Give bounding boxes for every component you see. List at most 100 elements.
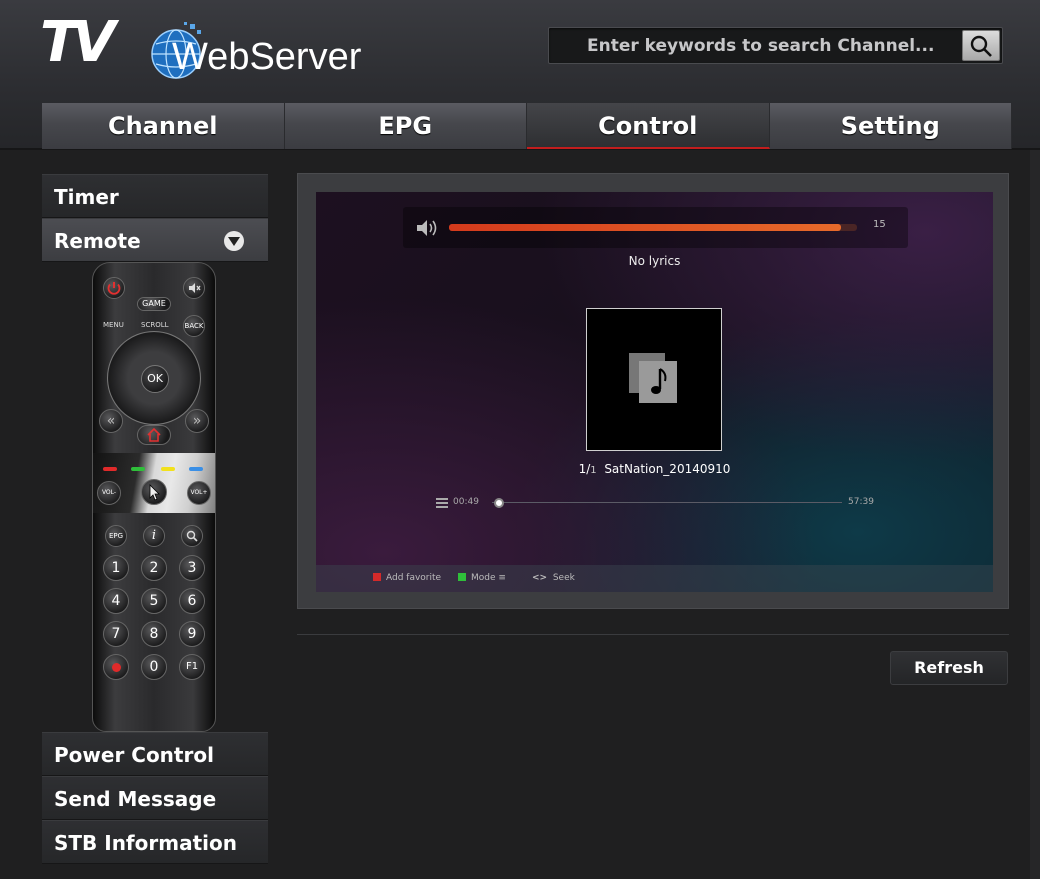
home-button[interactable] xyxy=(137,425,171,445)
tab-setting[interactable]: Setting xyxy=(769,103,1012,149)
sidebar-item-stb-information[interactable]: STB Information xyxy=(42,820,268,864)
search-icon xyxy=(186,530,198,542)
hint-seek-label: Seek xyxy=(552,573,575,583)
f1-button[interactable]: F1 xyxy=(179,654,205,680)
music-note-icon xyxy=(629,353,677,403)
stb-screen-frame: 15 No lyrics 1/1 SatNation_20140910 00:4… xyxy=(297,173,1009,609)
stb-screen: 15 No lyrics 1/1 SatNation_20140910 00:4… xyxy=(316,192,993,592)
ok-button[interactable]: OK xyxy=(141,365,169,393)
back-label: BACK xyxy=(184,322,204,330)
vol-plus-label: VOL+ xyxy=(190,489,208,496)
power-icon xyxy=(107,282,121,295)
green-square-icon xyxy=(458,573,466,581)
menu-lines-icon: ≡ xyxy=(498,573,506,583)
search-input[interactable] xyxy=(555,30,955,61)
divider xyxy=(297,634,1009,635)
page-scrollbar[interactable] xyxy=(1030,150,1040,879)
rewind-icon: « xyxy=(106,413,116,429)
hint-seek: <> Seek xyxy=(532,573,575,583)
time-elapsed: 00:49 xyxy=(453,497,479,507)
pointer-icon xyxy=(149,484,160,501)
find-button[interactable] xyxy=(181,525,203,547)
header: TV WebServer Channel EPG Control Setting xyxy=(0,0,1040,150)
game-label: GAME xyxy=(142,299,166,308)
vol-minus-label: VOL- xyxy=(101,489,117,496)
rewind-button[interactable]: « xyxy=(99,409,123,433)
progress-knob[interactable] xyxy=(493,498,504,508)
volume-fill xyxy=(449,224,841,231)
remote-panel: GAME MENU SCROLL BACK OK « » VOL- VOL+ E… xyxy=(42,262,268,732)
sidebar-item-power-control[interactable]: Power Control xyxy=(42,732,268,776)
hint-add-favorite-label: Add favorite xyxy=(386,573,442,583)
forward-icon: » xyxy=(192,413,202,429)
logo-tv-text: TV xyxy=(40,10,116,75)
track-index: 1/ xyxy=(578,462,591,476)
power-button[interactable] xyxy=(103,277,125,299)
speaker-icon xyxy=(417,220,437,236)
track-name: SatNation_20140910 xyxy=(604,462,731,476)
hint-mode: Mode ≡ xyxy=(458,573,506,583)
album-art xyxy=(586,308,722,451)
home-icon xyxy=(147,427,161,442)
num-2-button[interactable]: 2 xyxy=(141,555,167,581)
tab-epg[interactable]: EPG xyxy=(284,103,527,149)
tab-channel[interactable]: Channel xyxy=(42,103,285,149)
tab-control[interactable]: Control xyxy=(527,103,770,149)
menu-label[interactable]: MENU xyxy=(103,321,124,329)
progress-track xyxy=(492,502,842,503)
vol-minus-button[interactable]: VOL- xyxy=(97,481,121,505)
playlist-icon xyxy=(436,498,448,508)
sidebar-item-timer[interactable]: Timer xyxy=(42,174,268,218)
info-button[interactable]: i xyxy=(143,525,165,547)
red-square-icon xyxy=(373,573,381,581)
volume-level: 15 xyxy=(873,219,886,230)
search-button[interactable] xyxy=(962,30,1000,61)
yellow-key[interactable] xyxy=(161,467,175,471)
volume-track xyxy=(449,224,857,231)
red-key[interactable] xyxy=(103,467,117,471)
remote-control: GAME MENU SCROLL BACK OK « » VOL- VOL+ E… xyxy=(92,262,216,732)
volume-bar: 15 xyxy=(403,207,908,248)
chevron-down-icon xyxy=(224,231,244,251)
sidebar: Timer Remote GAME MENU SCROLL BACK OK « … xyxy=(42,174,268,864)
num-5-button[interactable]: 5 xyxy=(141,588,167,614)
back-button[interactable]: BACK xyxy=(183,315,205,337)
refresh-button[interactable]: Refresh xyxy=(890,651,1008,685)
lyrics-text: No lyrics xyxy=(628,254,681,268)
color-keys-panel: VOL- VOL+ xyxy=(93,453,215,513)
dpad[interactable]: OK xyxy=(107,331,201,425)
sidebar-item-label: Remote xyxy=(54,229,141,253)
record-button[interactable] xyxy=(103,654,129,680)
hint-mode-label: Mode xyxy=(471,573,496,583)
scroll-label: SCROLL xyxy=(141,321,169,329)
hint-bar: Add favorite Mode ≡ <> Seek xyxy=(316,565,993,592)
sidebar-item-remote[interactable]: Remote xyxy=(42,218,268,262)
mute-button[interactable] xyxy=(183,277,205,299)
num-6-button[interactable]: 6 xyxy=(179,588,205,614)
left-right-arrows-icon: <> xyxy=(532,573,548,583)
cursor-button[interactable] xyxy=(141,479,167,505)
tvwebserver-logo: TV WebServer xyxy=(40,10,362,80)
blue-key[interactable] xyxy=(189,467,203,471)
epg-button[interactable]: EPG xyxy=(105,525,127,547)
num-3-button[interactable]: 3 xyxy=(179,555,205,581)
num-7-button[interactable]: 7 xyxy=(103,621,129,647)
green-key[interactable] xyxy=(131,467,145,471)
search-icon xyxy=(970,35,992,57)
num-8-button[interactable]: 8 xyxy=(141,621,167,647)
vol-plus-button[interactable]: VOL+ xyxy=(187,481,211,505)
hint-add-favorite: Add favorite xyxy=(373,573,441,583)
main-tabs: Channel EPG Control Setting xyxy=(42,103,1012,150)
time-total: 57:39 xyxy=(848,497,874,507)
logo-webserver-text: WebServer xyxy=(172,36,362,78)
ok-label: OK xyxy=(147,372,163,385)
channel-search xyxy=(548,27,1003,64)
sidebar-item-send-message[interactable]: Send Message xyxy=(42,776,268,820)
num-1-button[interactable]: 1 xyxy=(103,555,129,581)
num-4-button[interactable]: 4 xyxy=(103,588,129,614)
num-0-button[interactable]: 0 xyxy=(141,654,167,680)
game-button[interactable]: GAME xyxy=(137,297,171,311)
forward-button[interactable]: » xyxy=(185,409,209,433)
epg-label: EPG xyxy=(108,532,124,540)
num-9-button[interactable]: 9 xyxy=(179,621,205,647)
